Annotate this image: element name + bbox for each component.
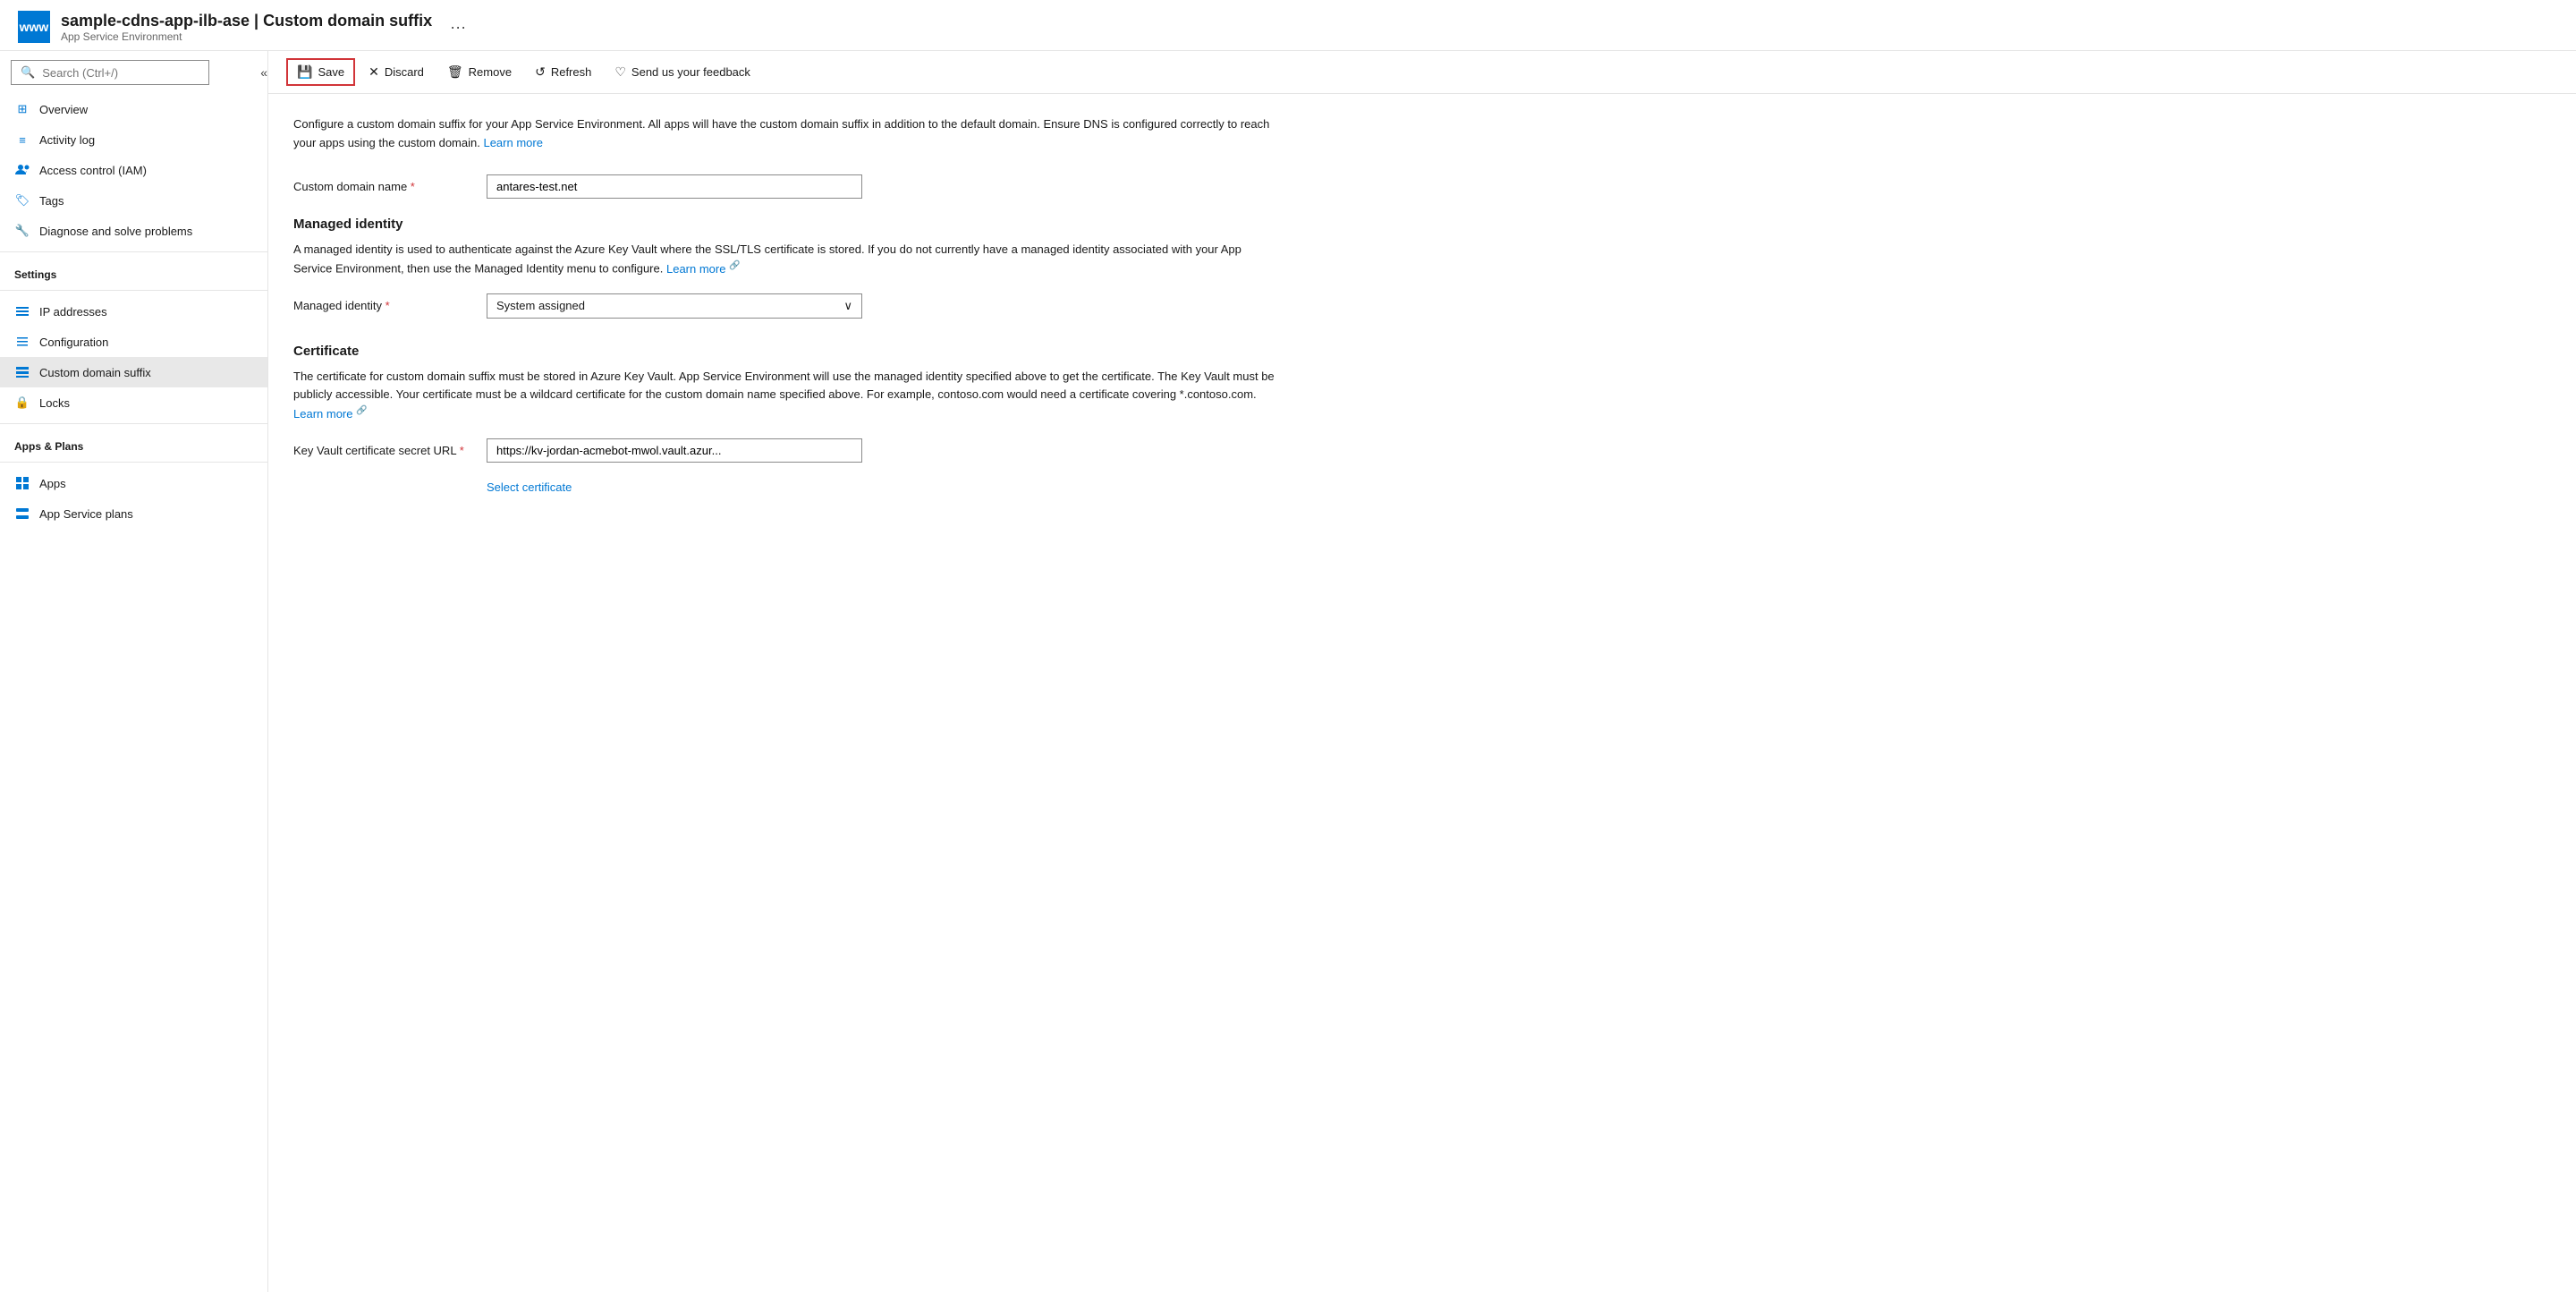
page-title: sample-cdns-app-ilb-ase | Custom domain … [61, 12, 432, 30]
apps-plans-section-header: Apps & Plans [0, 429, 267, 456]
chevron-down-icon: ∨ [843, 299, 852, 313]
refresh-icon: ↺ [535, 64, 546, 80]
select-certificate-button[interactable]: Select certificate [487, 480, 572, 494]
nav-apps-label: Apps [39, 477, 66, 490]
save-icon: 💾 [297, 64, 312, 80]
custom-domain-name-input[interactable] [487, 174, 862, 199]
custom-domain-name-label: Custom domain name * [293, 180, 472, 193]
save-button[interactable]: 💾 Save [286, 58, 355, 86]
managed-identity-description: A managed identity is used to authentica… [293, 241, 1277, 279]
nav-overview-label: Overview [39, 103, 88, 116]
save-label: Save [318, 65, 344, 79]
remove-button[interactable]: 🗑 Remove [437, 59, 521, 85]
nav-configuration[interactable]: Configuration [0, 327, 267, 357]
diagnose-icon: 🔧 [14, 223, 30, 239]
more-options-icon[interactable]: ··· [450, 18, 466, 37]
feedback-button[interactable]: ♡ Send us your feedback [605, 59, 760, 85]
keyvault-url-input[interactable] [487, 438, 862, 463]
search-icon: 🔍 [21, 65, 35, 80]
nav-app-service-plans[interactable]: App Service plans [0, 498, 267, 529]
nav-access-control[interactable]: Access control (IAM) [0, 155, 267, 185]
nav-activity-log[interactable]: ≡ Activity log [0, 124, 267, 155]
refresh-button[interactable]: ↺ Refresh [525, 59, 601, 85]
feedback-label: Send us your feedback [631, 65, 750, 79]
configuration-icon [14, 334, 30, 350]
header-title-block: sample-cdns-app-ilb-ase | Custom domain … [61, 12, 432, 43]
nav-access-control-label: Access control (IAM) [39, 164, 147, 177]
discard-button[interactable]: ✕ Discard [359, 59, 434, 85]
search-box[interactable]: 🔍 [11, 60, 209, 85]
certificate-description: The certificate for custom domain suffix… [293, 368, 1277, 425]
nav-ip-addresses-label: IP addresses [39, 305, 107, 319]
nav-overview[interactable]: ⊞ Overview [0, 94, 267, 124]
overview-icon: ⊞ [14, 101, 30, 117]
managed-identity-section: Managed identity A managed identity is u… [293, 217, 2551, 319]
required-asterisk-identity: * [386, 299, 390, 312]
ip-addresses-icon [14, 303, 30, 319]
remove-label: Remove [469, 65, 512, 79]
managed-identity-label: Managed identity * [293, 299, 472, 312]
nav-locks-label: Locks [39, 396, 70, 410]
certificate-title: Certificate [293, 344, 2551, 359]
remove-icon: 🗑 [447, 64, 463, 80]
access-control-icon [14, 162, 30, 178]
nav-tags-label: Tags [39, 194, 64, 208]
toolbar: 💾 Save ✕ Discard 🗑 Remove ↺ Refresh ♡ Se… [268, 51, 2576, 94]
managed-identity-dropdown[interactable]: System assigned ∨ [487, 293, 862, 319]
nav-custom-domain-suffix-label: Custom domain suffix [39, 366, 151, 379]
description-learn-more-link[interactable]: Learn more [483, 136, 542, 149]
nav-ip-addresses[interactable]: IP addresses [0, 296, 267, 327]
nav-app-service-plans-label: App Service plans [39, 507, 133, 521]
nav-tags[interactable]: 🏷 Tags [0, 185, 267, 216]
main-description: Configure a custom domain suffix for you… [293, 115, 1277, 153]
app-service-plans-icon [14, 506, 30, 522]
required-asterisk-cert: * [460, 444, 464, 457]
custom-domain-suffix-icon [14, 364, 30, 380]
nav-activity-log-label: Activity log [39, 133, 95, 147]
required-asterisk: * [411, 180, 415, 193]
nav-custom-domain-suffix[interactable]: Custom domain suffix [0, 357, 267, 387]
managed-identity-selected: System assigned [496, 299, 585, 312]
content-area: 💾 Save ✕ Discard 🗑 Remove ↺ Refresh ♡ Se… [268, 51, 2576, 1292]
managed-identity-learn-more-link[interactable]: Learn more 🔗 [666, 262, 741, 276]
nav-locks[interactable]: 🔒 Locks [0, 387, 267, 418]
nav-configuration-label: Configuration [39, 336, 108, 349]
tags-icon: 🏷 [14, 192, 30, 208]
page-header: www sample-cdns-app-ilb-ase | Custom dom… [0, 0, 2576, 51]
divider-settings2 [0, 290, 267, 291]
divider-settings [0, 251, 267, 252]
external-link-icon: 🔗 [729, 260, 740, 270]
divider-apps [0, 423, 267, 424]
certificate-learn-more-link[interactable]: Learn more 🔗 [293, 407, 368, 421]
certificate-section: Certificate The certificate for custom d… [293, 344, 2551, 495]
custom-domain-name-row: Custom domain name * [293, 174, 2551, 199]
nav-diagnose-label: Diagnose and solve problems [39, 225, 192, 238]
divider-apps2 [0, 462, 267, 463]
feedback-icon: ♡ [614, 64, 626, 80]
managed-identity-field-row: Managed identity * System assigned ∨ [293, 293, 2551, 319]
refresh-label: Refresh [551, 65, 592, 79]
app-icon: www [18, 11, 50, 43]
keyvault-url-row: Key Vault certificate secret URL * [293, 438, 2551, 463]
nav-diagnose[interactable]: 🔧 Diagnose and solve problems [0, 216, 267, 246]
main-layout: 🔍 « ⊞ Overview ≡ Activity log Access con… [0, 51, 2576, 1292]
collapse-button[interactable]: « [260, 65, 267, 80]
certificate-external-link-icon: 🔗 [356, 406, 367, 416]
page-subtitle: App Service Environment [61, 30, 432, 43]
search-input[interactable] [42, 66, 199, 80]
nav-apps[interactable]: Apps [0, 468, 267, 498]
locks-icon: 🔒 [14, 395, 30, 411]
discard-label: Discard [385, 65, 424, 79]
managed-identity-title: Managed identity [293, 217, 2551, 232]
activity-log-icon: ≡ [14, 132, 30, 148]
keyvault-url-label: Key Vault certificate secret URL * [293, 444, 472, 457]
sidebar: 🔍 « ⊞ Overview ≡ Activity log Access con… [0, 51, 268, 1292]
apps-icon [14, 475, 30, 491]
discard-icon: ✕ [369, 64, 379, 80]
main-content: Configure a custom domain suffix for you… [268, 94, 2576, 1292]
settings-section-header: Settings [0, 258, 267, 285]
select-certificate-row: Select certificate [487, 480, 2551, 494]
